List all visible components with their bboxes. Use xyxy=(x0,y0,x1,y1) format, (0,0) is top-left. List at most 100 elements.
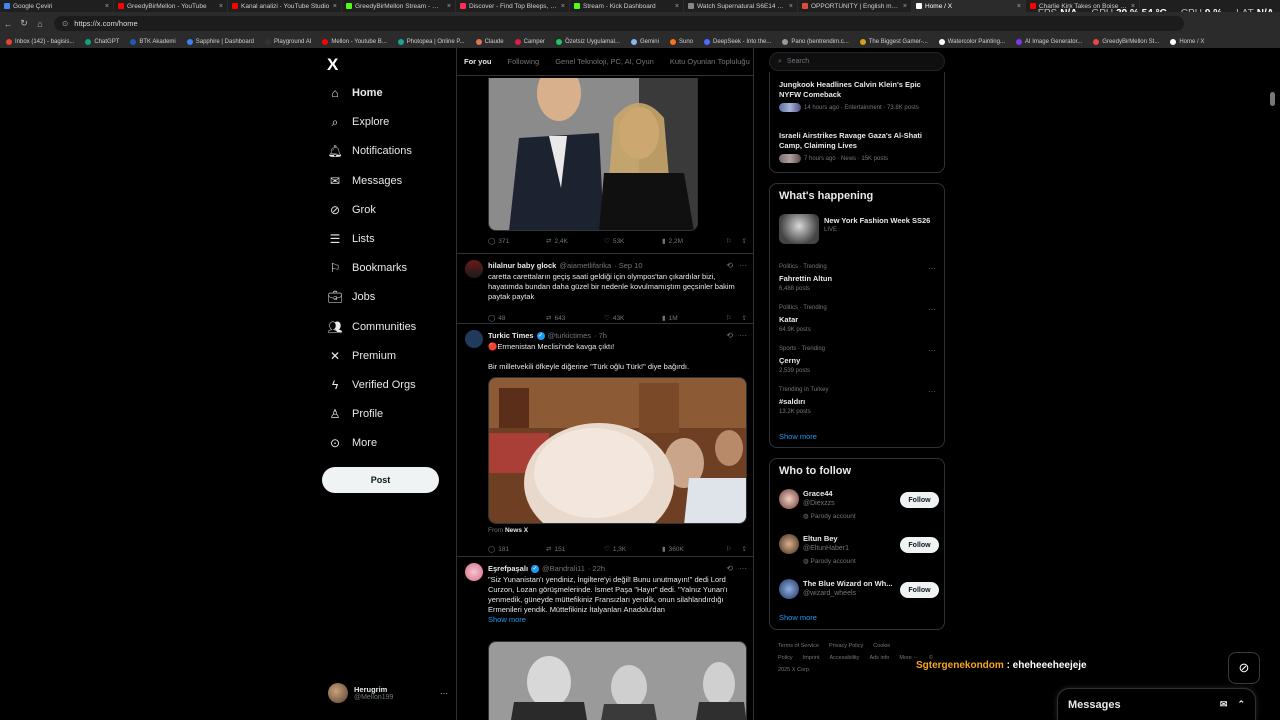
author-handle[interactable]: @aiametlifarika xyxy=(559,261,611,270)
more-icon[interactable]: ··· xyxy=(928,264,936,273)
browser-tab[interactable]: Kanal analizi - YouTube Studio × xyxy=(228,0,342,12)
like-button[interactable]: ♡ 53K xyxy=(604,237,662,246)
news-item[interactable]: Jungkook Headlines Calvin Klein's Epic N… xyxy=(779,80,939,112)
bookmark-item[interactable]: Watercolor Painting... xyxy=(938,38,1005,45)
nav-item-more[interactable]: ⊙ More xyxy=(328,436,377,450)
source-link[interactable]: News X xyxy=(505,527,528,534)
timeline-tab[interactable]: For you xyxy=(464,57,492,66)
repost-button[interactable]: ⇄ 151 xyxy=(546,545,604,554)
more-icon[interactable]: ··· xyxy=(928,387,936,396)
close-tab-icon[interactable]: × xyxy=(1017,3,1021,10)
follow-button[interactable]: Follow xyxy=(900,492,939,508)
follow-suggestion[interactable]: Eltun Bey @EltunHaber1 ◍ Parody account Fol… xyxy=(779,532,939,568)
follow-button[interactable]: Follow xyxy=(900,537,939,553)
bookmark-item[interactable]: ChatGPT xyxy=(85,38,119,45)
close-tab-icon[interactable]: × xyxy=(789,3,793,10)
avatar[interactable] xyxy=(779,534,799,554)
nav-item-lists[interactable]: ☰ Lists xyxy=(328,232,375,246)
bookmark-item[interactable]: Claude xyxy=(475,38,504,45)
views-button[interactable]: ▮ 2,2M xyxy=(662,237,720,246)
timeline-tab[interactable]: Kutu Oyunları Topluluğu xyxy=(670,57,750,66)
browser-tab[interactable]: GreedyBirMellon Stream - Watc × xyxy=(342,0,456,12)
messages-drawer[interactable]: Messages ✉ ⌃ xyxy=(1057,688,1256,720)
site-info-icon[interactable]: ⊙ xyxy=(62,19,68,28)
news-item[interactable]: Israeli Airstrikes Ravage Gaza's Al-Shat… xyxy=(779,131,939,163)
share-icon[interactable]: ⇪ xyxy=(742,237,747,245)
browser-tab[interactable]: Stream - Kick Dashboard × xyxy=(570,0,684,12)
chevron-up-icon[interactable]: ⌃ xyxy=(1237,699,1245,710)
browser-tab[interactable]: GreedyBirMellon - YouTube × xyxy=(114,0,228,12)
like-button[interactable]: ♡ 1,3K xyxy=(604,545,662,554)
share-icon[interactable]: ⇪ xyxy=(742,545,747,553)
nav-item-premium[interactable]: ✕ Premium xyxy=(328,349,396,363)
reply-button[interactable]: ◯ 181 xyxy=(488,545,546,554)
reply-button[interactable]: ◯ 48 xyxy=(488,314,546,323)
bookmark-item[interactable]: DeepSeek - Into the... xyxy=(704,38,771,45)
bookmark-icon[interactable]: ⚐ xyxy=(726,237,732,245)
repost-button[interactable]: ⇄ 2,4K xyxy=(546,237,604,246)
post-time[interactable]: · Sep 10 xyxy=(614,261,642,270)
bookmark-icon[interactable]: ⚐ xyxy=(726,314,732,322)
x-logo[interactable]: X xyxy=(327,55,338,75)
page-scrollbar[interactable] xyxy=(1270,92,1275,106)
bookmark-item[interactable]: Playground AI xyxy=(265,38,311,45)
more-icon[interactable]: ··· xyxy=(928,305,936,314)
bookmark-item[interactable]: Inbox (142) - bagisis... xyxy=(6,38,74,45)
like-button[interactable]: ♡ 43K xyxy=(604,314,662,323)
nav-item-profile[interactable]: ♙ Profile xyxy=(328,407,384,421)
more-icon[interactable]: ··· xyxy=(440,689,448,698)
post-image[interactable] xyxy=(488,641,747,720)
user-name[interactable]: Eltun Bey xyxy=(803,534,838,543)
back-icon[interactable]: ← xyxy=(0,19,16,29)
close-tab-icon[interactable]: × xyxy=(903,3,907,10)
nav-item-notifications[interactable]: 🔔︎ Notifications xyxy=(327,144,412,158)
author-handle[interactable]: @Bandrali11 xyxy=(542,564,585,573)
post[interactable]: Eşrefpaşalı ✓ @Bandrali11 · 22h ⟲ ··· "Si… xyxy=(457,557,753,720)
author-handle[interactable]: @turkictimes xyxy=(548,331,591,340)
more-icon[interactable]: ··· xyxy=(739,331,747,340)
post[interactable]: ◯ 371 ⇄ 2,4K ♡ 53K ▮ 2,2M ⚐ ⇪ xyxy=(457,48,753,254)
close-tab-icon[interactable]: × xyxy=(219,3,223,10)
grok-icon[interactable]: ⟲ xyxy=(726,331,733,340)
bookmark-item[interactable]: GreedyBirMellon St... xyxy=(1093,38,1159,45)
bookmark-item[interactable]: Gemini xyxy=(630,38,659,45)
account-switcher[interactable]: Herugrim @Mellon199 ··· xyxy=(328,683,448,703)
author-name[interactable]: Turkic Times xyxy=(488,331,534,340)
avatar[interactable] xyxy=(465,330,483,348)
author-name[interactable]: hilalnur baby glock xyxy=(488,261,556,270)
follow-suggestion[interactable]: The Blue Wizard on Wh... @wizard_wheels Fo… xyxy=(779,577,939,613)
bookmark-item[interactable]: The Biggest Gamer-... xyxy=(859,38,928,45)
bookmark-item[interactable]: BTK Akademi xyxy=(130,38,176,45)
post-button[interactable]: Post xyxy=(322,467,439,493)
close-tab-icon[interactable]: × xyxy=(105,3,109,10)
close-tab-icon[interactable]: × xyxy=(561,3,565,10)
footer-link[interactable]: Terms of Service xyxy=(778,643,819,649)
user-name[interactable]: The Blue Wizard on Wh... xyxy=(803,579,893,588)
browser-tab[interactable]: Watch Supernatural S6E14 onlin × xyxy=(684,0,798,12)
nav-item-jobs[interactable]: 💼︎ Jobs xyxy=(327,290,375,304)
show-more-trends[interactable]: Show more xyxy=(779,432,817,441)
nav-item-verified-orgs[interactable]: ϟ Verified Orgs xyxy=(328,378,416,392)
timeline-tab[interactable]: Genel Teknoloji, PC, AI, Oyun xyxy=(555,57,654,66)
bookmark-item[interactable]: Özetsiz Uygulamal... xyxy=(555,38,620,45)
browser-tab[interactable]: Home / X × xyxy=(912,0,1026,12)
follow-button[interactable]: Follow xyxy=(900,582,939,598)
footer-link[interactable]: Ads info xyxy=(869,655,889,661)
nav-item-messages[interactable]: ✉ Messages xyxy=(328,174,402,188)
author-name[interactable]: Eşrefpaşalı xyxy=(488,564,528,573)
grok-floating-button[interactable]: ⊘ xyxy=(1228,652,1260,684)
url-field[interactable]: ⊙ https://x.com/home xyxy=(54,16,1184,31)
bookmark-item[interactable]: Mellon - Youtube B... xyxy=(322,38,387,45)
bookmark-icon[interactable]: ⚐ xyxy=(726,545,732,553)
close-tab-icon[interactable]: × xyxy=(333,3,337,10)
show-more-link[interactable]: Show more xyxy=(488,615,750,625)
search-input[interactable]: ⌕ Search xyxy=(769,52,945,71)
bookmark-item[interactable]: Suno xyxy=(669,38,693,45)
browser-tab[interactable]: Discover - Find Top Bleeps, Stre × xyxy=(456,0,570,12)
nav-item-grok[interactable]: ⊘ Grok xyxy=(328,203,376,217)
grok-icon[interactable]: ⟲ xyxy=(726,564,733,573)
user-name[interactable]: Grace44 xyxy=(803,489,833,498)
bookmark-item[interactable]: AI Image Generator... xyxy=(1015,38,1082,45)
nav-item-home[interactable]: ⌂ Home xyxy=(328,86,382,100)
post-video[interactable] xyxy=(488,377,747,524)
